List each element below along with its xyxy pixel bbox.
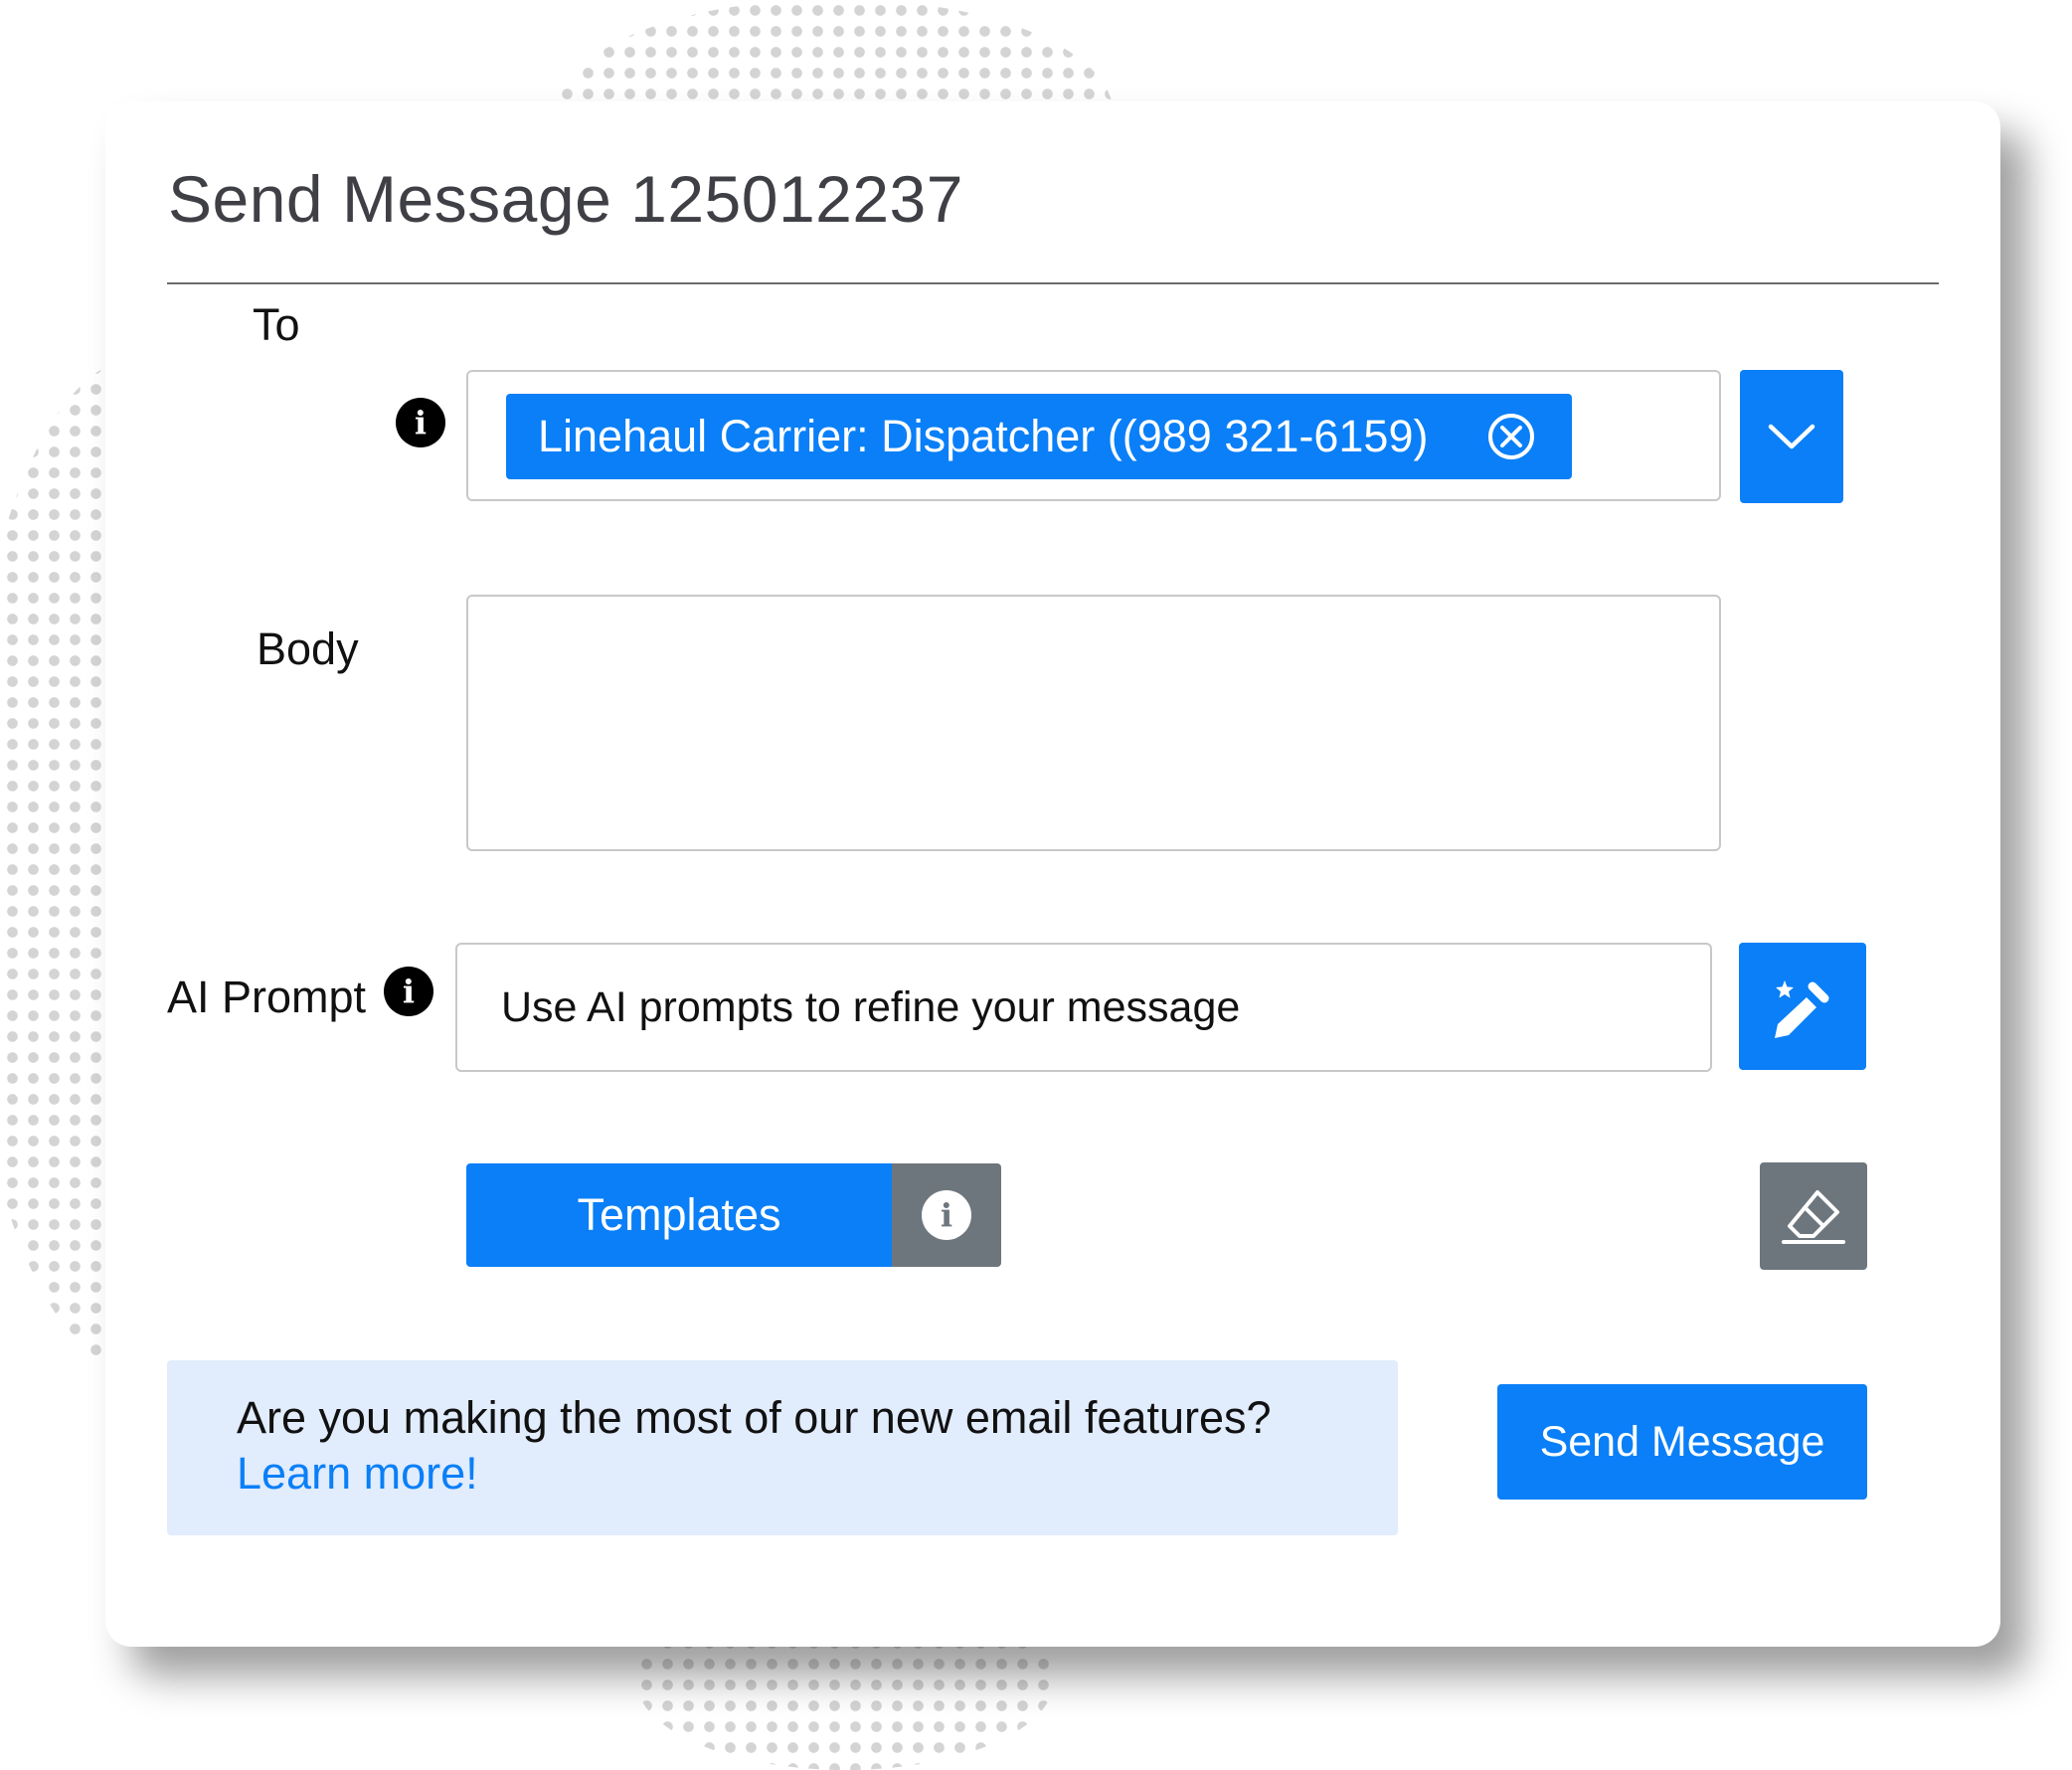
send-message-dialog: Send Message 125012237 To i Linehaul Car… — [105, 101, 2000, 1647]
dialog-title: Send Message 125012237 — [168, 162, 963, 236]
magic-pencil-icon — [1775, 980, 1829, 1038]
templates-button[interactable]: Templates — [466, 1163, 892, 1267]
recipient-chip[interactable]: Linehaul Carrier: Dispatcher ((989 321-6… — [506, 394, 1572, 479]
ai-refine-button[interactable] — [1739, 943, 1866, 1070]
close-circle-icon[interactable] — [1486, 412, 1536, 461]
eraser-icon — [1782, 1190, 1845, 1244]
send-message-button[interactable]: Send Message — [1497, 1384, 1867, 1500]
body-label: Body — [257, 623, 359, 674]
to-recipient-field[interactable]: Linehaul Carrier: Dispatcher ((989 321-6… — [466, 370, 1721, 501]
chevron-down-icon — [1768, 424, 1815, 449]
feature-promo-banner: Are you making the most of our new email… — [167, 1360, 1398, 1535]
recipient-dropdown-button[interactable] — [1740, 370, 1843, 503]
body-textarea[interactable] — [466, 595, 1721, 851]
promo-text: Are you making the most of our new email… — [237, 1392, 1272, 1443]
learn-more-link[interactable]: Learn more! — [237, 1446, 1398, 1502]
templates-button-group: Templates i — [466, 1163, 1001, 1267]
ai-prompt-input[interactable]: Use AI prompts to refine your message — [455, 943, 1712, 1072]
to-label: To — [253, 299, 300, 350]
ai-prompt-label: AI Prompt — [167, 972, 367, 1022]
title-divider — [167, 282, 1939, 284]
templates-info-button[interactable]: i — [892, 1163, 1001, 1267]
recipient-chip-label: Linehaul Carrier: Dispatcher ((989 321-6… — [538, 411, 1429, 461]
info-icon: i — [922, 1190, 971, 1240]
to-info-icon[interactable]: i — [396, 398, 445, 447]
ai-prompt-info-icon[interactable]: i — [384, 967, 433, 1016]
clear-button[interactable] — [1760, 1162, 1867, 1270]
